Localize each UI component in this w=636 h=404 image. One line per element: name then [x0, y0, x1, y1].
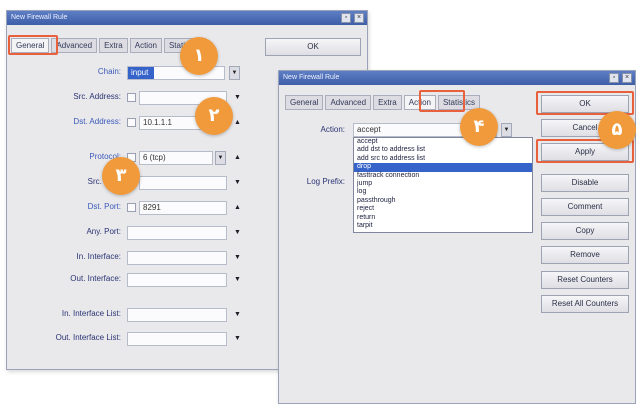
list-item[interactable]: tarpit — [354, 222, 532, 230]
reset-counters-button[interactable]: Reset Counters — [541, 271, 629, 289]
step-badge-5: ۵ — [598, 111, 636, 149]
chain-field-selection: input — [128, 67, 154, 79]
protocol-field[interactable]: 6 (tcp) — [139, 151, 213, 165]
restore-icon[interactable]: ▫ — [341, 13, 351, 23]
tab-extra[interactable]: Extra — [99, 38, 128, 53]
src-address-invert-checkbox[interactable] — [127, 93, 136, 102]
protocol-label: Protocol: — [89, 152, 121, 161]
close-icon[interactable]: × — [622, 73, 632, 83]
dst-address-invert-checkbox[interactable] — [127, 118, 136, 127]
in-interface-label: In. Interface: — [76, 252, 121, 261]
out-interface-list-dropdown-arrow[interactable]: ▼ — [233, 333, 242, 345]
action-dropdown-list: accept add dst to address list add src t… — [353, 137, 533, 233]
disable-button[interactable]: Disable — [541, 174, 629, 192]
list-item[interactable]: passthrough — [354, 197, 532, 205]
in-interface-dropdown-arrow[interactable]: ▼ — [233, 252, 242, 264]
in-interface-list-field[interactable] — [127, 308, 227, 322]
src-port-field[interactable] — [139, 176, 227, 190]
window-title-bar: New Firewall Rule ▫ × — [279, 71, 635, 85]
list-item[interactable]: return — [354, 214, 532, 222]
out-interface-dropdown-arrow[interactable]: ▼ — [233, 274, 242, 286]
src-address-dropdown-arrow[interactable]: ▼ — [233, 92, 242, 104]
chain-label: Chain: — [97, 67, 121, 76]
dst-port-invert-checkbox[interactable] — [127, 203, 136, 212]
firewall-rule-window-action: New Firewall Rule ▫ × General Advanced E… — [278, 70, 636, 404]
list-item[interactable]: log — [354, 188, 532, 196]
tab-action[interactable]: Action — [129, 38, 162, 53]
list-item[interactable]: add dst to address list — [354, 146, 532, 154]
list-item[interactable]: add src to address list — [354, 155, 532, 163]
any-port-dropdown-arrow[interactable]: ▼ — [233, 227, 242, 239]
list-item-selected[interactable]: drop — [354, 163, 532, 172]
out-interface-label: Out. Interface: — [70, 274, 121, 283]
tab-general[interactable]: General — [285, 95, 324, 110]
step-badge-1: ۱ — [180, 37, 218, 75]
close-icon[interactable]: × — [354, 13, 364, 23]
window-title-bar: New Firewall Rule ▫ × — [7, 11, 367, 25]
window-title: New Firewall Rule — [283, 74, 340, 81]
dst-port-label: Dst. Port: — [87, 202, 121, 211]
tab-extra[interactable]: Extra — [373, 95, 402, 110]
step-badge-4: ۴ — [460, 108, 498, 146]
log-prefix-label: Log Prefix: — [306, 177, 345, 186]
any-port-field[interactable] — [127, 226, 227, 240]
tab-advanced[interactable]: Advanced — [325, 95, 372, 110]
step-badge-2: ۲ — [195, 97, 233, 135]
in-interface-list-label: In. Interface List: — [61, 309, 121, 318]
tab-advanced[interactable]: Advanced — [51, 38, 98, 53]
any-port-label: Any. Port: — [86, 227, 121, 236]
copy-button[interactable]: Copy — [541, 222, 629, 240]
action-dropdown-arrow[interactable]: ▼ — [501, 123, 512, 137]
out-interface-list-label: Out. Interface List: — [55, 333, 121, 342]
reset-all-counters-button[interactable]: Reset All Counters — [541, 295, 629, 313]
protocol-collapse-arrow[interactable]: ▲ — [233, 152, 242, 164]
general-tab-highlight — [8, 35, 58, 55]
list-item[interactable]: jump — [354, 180, 532, 188]
out-interface-list-field[interactable] — [127, 332, 227, 346]
in-interface-list-dropdown-arrow[interactable]: ▼ — [233, 309, 242, 321]
protocol-dropdown-arrow[interactable]: ▼ — [215, 151, 226, 165]
action-label: Action: — [320, 125, 345, 134]
remove-button[interactable]: Remove — [541, 246, 629, 264]
dst-port-field[interactable]: 8291 — [139, 201, 227, 215]
list-item[interactable]: fasttrack connection — [354, 172, 532, 180]
comment-button[interactable]: Comment — [541, 198, 629, 216]
dst-address-label: Dst. Address: — [73, 117, 121, 126]
ok-button[interactable]: OK — [265, 38, 361, 56]
window-title: New Firewall Rule — [11, 14, 68, 21]
chain-dropdown-arrow[interactable]: ▼ — [229, 66, 240, 80]
step-badge-3: ۳ — [102, 157, 140, 195]
list-item[interactable]: reject — [354, 205, 532, 213]
src-address-label: Src. Address: — [73, 92, 121, 101]
dst-address-collapse-arrow[interactable]: ▲ — [233, 117, 242, 129]
list-item[interactable]: accept — [354, 138, 532, 146]
src-port-dropdown-arrow[interactable]: ▼ — [233, 177, 242, 189]
action-tab-highlight — [419, 90, 465, 112]
dst-port-collapse-arrow[interactable]: ▲ — [233, 202, 242, 214]
in-interface-field[interactable] — [127, 251, 227, 265]
restore-icon[interactable]: ▫ — [609, 73, 619, 83]
out-interface-field[interactable] — [127, 273, 227, 287]
